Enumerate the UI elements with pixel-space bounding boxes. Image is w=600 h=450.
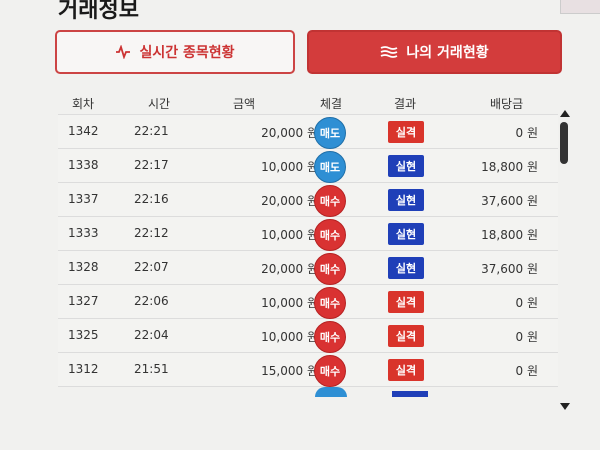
- table-row: 1325 22:04 10,000 원 매수 실격 0 원: [58, 319, 558, 353]
- result-cell: 실격: [388, 291, 424, 313]
- amount-cell: 10,000 원: [261, 228, 318, 242]
- round-cell: 1325: [68, 328, 99, 342]
- execution-badge: 매수: [314, 355, 346, 387]
- amount-cell: 20,000 원: [261, 194, 318, 208]
- execution-cell: 매수: [314, 185, 346, 217]
- result-badge: 실격: [388, 291, 424, 313]
- payout-cell: 18,800 원: [481, 228, 538, 242]
- table-row: 1333 22:12 10,000 원 매수 실현 18,800 원: [58, 217, 558, 251]
- result-cell: 실현: [388, 155, 424, 177]
- time-cell: 22:06: [134, 294, 169, 308]
- scroll-up-icon[interactable]: [560, 110, 570, 117]
- payout-cell: 37,600 원: [481, 262, 538, 276]
- execution-badge: 매수: [314, 321, 346, 353]
- result-cell: 실격: [388, 359, 424, 381]
- header-round: 회차: [72, 97, 95, 111]
- execution-badge: 매도: [314, 151, 346, 183]
- table-row: 1337 22:16 20,000 원 매수 실현 37,600 원: [58, 183, 558, 217]
- tab-my-trades-label: 나의 거래현황: [406, 45, 489, 61]
- header-time: 시간: [148, 97, 171, 111]
- tab-realtime-status[interactable]: 실시간 종목현황: [55, 30, 295, 74]
- time-cell: 22:12: [134, 226, 169, 240]
- amount-cell: 15,000 원: [261, 364, 318, 378]
- execution-badge: 매도: [314, 117, 346, 149]
- payout-cell: 0 원: [515, 364, 539, 378]
- time-cell: 22:16: [134, 192, 169, 206]
- table-row: 1312 21:51 15,000 원 매수 실격 0 원: [58, 353, 558, 387]
- header-result: 결과: [394, 97, 417, 111]
- round-cell: 1327: [68, 294, 99, 308]
- result-badge: 실격: [388, 325, 424, 347]
- time-cell: 22:21: [134, 124, 169, 138]
- header-payout: 배당금: [490, 97, 524, 111]
- result-badge: [392, 391, 428, 397]
- execution-badge: 매수: [314, 253, 346, 285]
- table-scrollbar[interactable]: [558, 110, 572, 410]
- table-row: 1328 22:07 20,000 원 매수 실현 37,600 원: [58, 251, 558, 285]
- execution-cell: 매도: [314, 117, 346, 149]
- round-cell: 1328: [68, 260, 99, 274]
- execution-badge: 매수: [314, 287, 346, 319]
- amount-cell: 10,000 원: [261, 296, 318, 310]
- result-badge: 실격: [388, 121, 424, 143]
- round-cell: 1337: [68, 192, 99, 206]
- table-row: 1342 22:21 20,000 원 매도 실격 0 원: [58, 115, 558, 149]
- header-amount: 금액: [233, 97, 256, 111]
- result-cell: 실현: [388, 257, 424, 279]
- payout-cell: 37,600 원: [481, 194, 538, 208]
- result-cell: 실격: [388, 325, 424, 347]
- execution-cell: 매수: [314, 321, 346, 353]
- execution-badge: [315, 387, 347, 397]
- execution-badge: 매수: [314, 185, 346, 217]
- result-badge: 실현: [388, 257, 424, 279]
- round-cell: 1312: [68, 362, 99, 376]
- amount-cell: 10,000 원: [261, 330, 318, 344]
- execution-cell: 매수: [314, 287, 346, 319]
- scroll-down-icon[interactable]: [560, 403, 570, 410]
- page-title: 거래정보: [58, 0, 139, 23]
- time-cell: 22:17: [134, 158, 169, 172]
- result-badge: 실현: [388, 189, 424, 211]
- tab-realtime-label: 실시간 종목현황: [139, 45, 235, 61]
- execution-cell: 매수: [314, 253, 346, 285]
- table-row: 1338 22:17 10,000 원 매도 실현 18,800 원: [58, 149, 558, 183]
- round-cell: 1342: [68, 124, 99, 138]
- result-badge: 실현: [388, 223, 424, 245]
- execution-badge: 매수: [314, 219, 346, 251]
- tab-my-trades[interactable]: 나의 거래현황: [307, 30, 562, 74]
- table-row: 1327 22:06 10,000 원 매수 실격 0 원: [58, 285, 558, 319]
- payout-cell: 0 원: [515, 126, 539, 140]
- scrollbar-thumb[interactable]: [560, 122, 568, 164]
- stack-lines-icon: [380, 45, 398, 59]
- table-header: 회차 시간 금액 체결 결과 배당금: [58, 90, 558, 114]
- result-cell: 실격: [388, 121, 424, 143]
- execution-cell: 매수: [314, 355, 346, 387]
- payout-cell: 0 원: [515, 296, 539, 310]
- window-thumbnail: [560, 0, 600, 14]
- execution-cell: 매도: [314, 151, 346, 183]
- result-badge: 실격: [388, 359, 424, 381]
- amount-cell: 10,000 원: [261, 160, 318, 174]
- table-body: 1342 22:21 20,000 원 매도 실격 0 원 1338 22:17 10,000 …: [58, 114, 558, 387]
- payout-cell: 18,800 원: [481, 160, 538, 174]
- payout-cell: 0 원: [515, 330, 539, 344]
- time-cell: 21:51: [134, 362, 169, 376]
- amount-cell: 20,000 원: [261, 126, 318, 140]
- header-execution: 체결: [320, 97, 343, 111]
- time-cell: 22:07: [134, 260, 169, 274]
- round-cell: 1333: [68, 226, 99, 240]
- partial-row: [58, 385, 558, 397]
- result-cell: 실현: [388, 189, 424, 211]
- execution-cell: 매수: [314, 219, 346, 251]
- round-cell: 1338: [68, 158, 99, 172]
- trade-history-table: 회차 시간 금액 체결 결과 배당금 1342 22:21 20,000 원 매도 실격…: [58, 90, 586, 430]
- pulse-wave-icon: [115, 45, 131, 59]
- amount-cell: 20,000 원: [261, 262, 318, 276]
- result-badge: 실현: [388, 155, 424, 177]
- time-cell: 22:04: [134, 328, 169, 342]
- result-cell: 실현: [388, 223, 424, 245]
